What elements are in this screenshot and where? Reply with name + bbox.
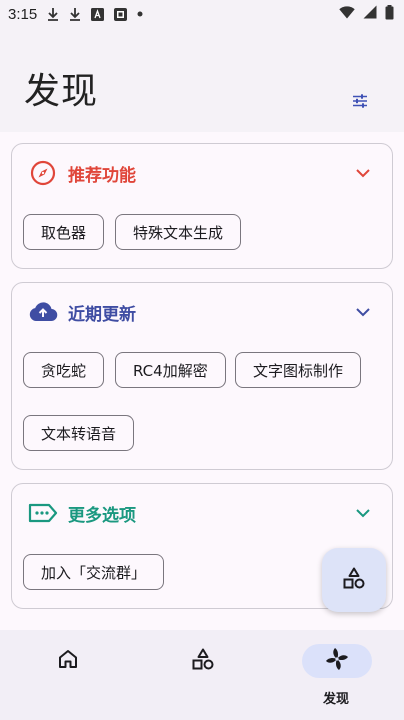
section-header[interactable]: 近期更新	[12, 283, 392, 341]
chip-special-text[interactable]: 特殊文本生成	[115, 214, 242, 250]
nav-label: 发现	[322, 692, 349, 707]
page-title: 发现	[24, 71, 99, 112]
chip-text-icon[interactable]: 文字图标制作	[235, 352, 362, 388]
section-title: 近期更新	[68, 304, 136, 325]
app-icon	[91, 7, 105, 21]
section-header[interactable]: 更多选项	[12, 484, 392, 542]
section-header[interactable]: 推荐功能	[12, 144, 392, 202]
signal-icon	[363, 5, 377, 23]
section-title: 更多选项	[68, 505, 136, 526]
section-recent-updates: 近期更新 贪吃蛇 RC4加解密 文字图标制作 文本转语音	[11, 282, 393, 470]
nav-indicator-active	[302, 644, 372, 678]
dot-icon	[137, 11, 143, 17]
chevron-down-icon[interactable]	[354, 164, 372, 182]
nav-item-tools[interactable]	[135, 630, 269, 720]
chip-snake-game[interactable]: 贪吃蛇	[23, 352, 105, 388]
battery-icon	[385, 4, 394, 24]
status-time: 3:15	[8, 5, 38, 23]
section-recommended: 推荐功能 取色器 特殊文本生成	[11, 143, 393, 269]
shapes-fab-button[interactable]	[322, 548, 386, 612]
home-icon	[57, 648, 79, 674]
nav-indicator	[168, 644, 238, 678]
nav-item-home[interactable]	[0, 630, 134, 720]
chip-rc4[interactable]: RC4加解密	[115, 352, 226, 388]
top-app-bar: 发现	[0, 28, 404, 132]
shapes-icon	[191, 647, 215, 675]
wifi-icon	[339, 5, 355, 23]
filter-button[interactable]	[350, 92, 370, 112]
label-icon	[28, 498, 58, 528]
notification-icon	[114, 7, 128, 21]
status-bar: 3:15	[0, 0, 404, 28]
chip-color-picker[interactable]: 取色器	[23, 214, 105, 250]
chip-text-to-speech[interactable]: 文本转语音	[23, 415, 135, 451]
compass-icon	[28, 158, 58, 188]
chevron-down-icon[interactable]	[354, 504, 372, 522]
chevron-down-icon[interactable]	[354, 303, 372, 321]
pinwheel-icon	[324, 646, 350, 676]
nav-indicator	[33, 644, 103, 678]
download-icon	[47, 7, 59, 21]
cloud-upload-icon	[28, 297, 58, 327]
tune-icon	[352, 93, 368, 112]
download-icon	[69, 7, 81, 21]
section-title: 推荐功能	[68, 165, 136, 186]
shapes-icon	[342, 566, 366, 594]
nav-item-discover[interactable]: 发现	[269, 630, 403, 720]
chip-join-group[interactable]: 加入「交流群」	[23, 554, 165, 590]
bottom-navigation: 发现	[0, 630, 404, 720]
